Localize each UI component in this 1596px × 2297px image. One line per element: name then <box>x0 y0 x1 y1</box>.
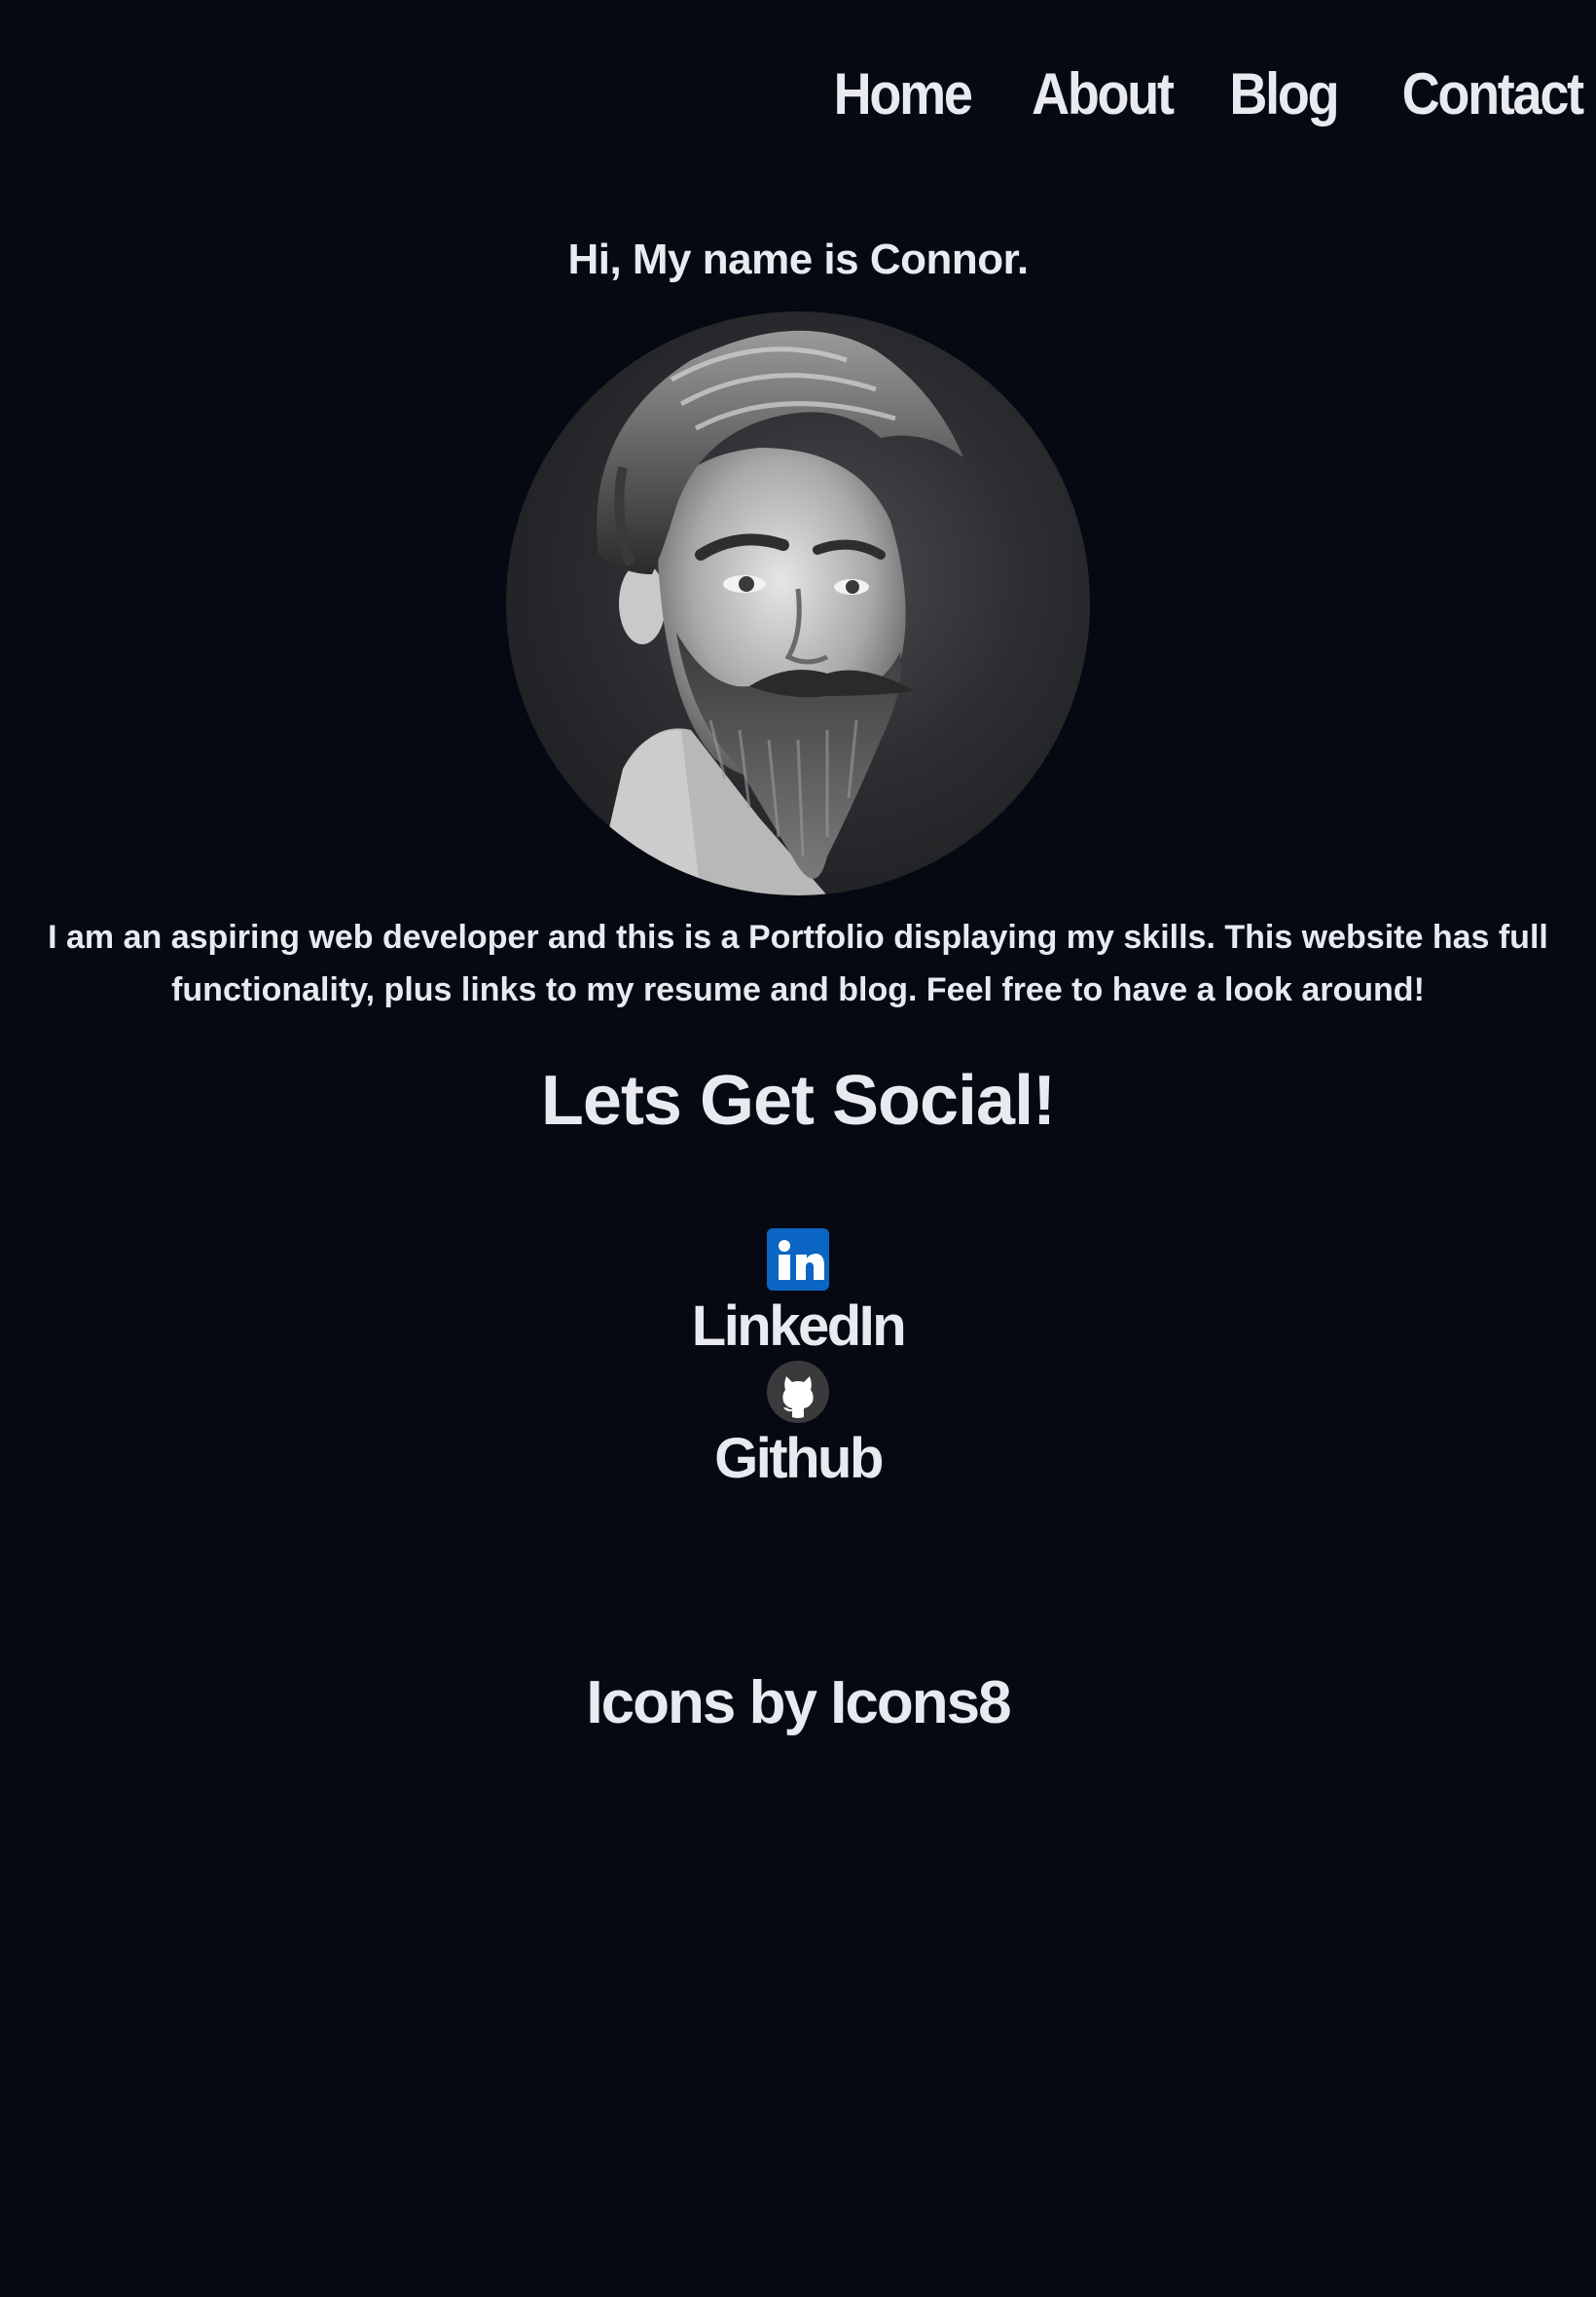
icons-credit: Icons by Icons8 <box>586 1669 1011 1736</box>
bearded-man-portrait-icon <box>594 330 963 895</box>
social-links: LinkedIn Github <box>0 1228 1596 1493</box>
nav-home-link[interactable]: Home <box>834 60 973 128</box>
main-nav: Home About Blog Contact <box>818 60 1585 128</box>
nav-blog-link[interactable]: Blog <box>1229 60 1339 128</box>
bio-text: I am an aspiring web developer and this … <box>48 919 1548 1008</box>
social-heading: Lets Get Social! <box>540 1062 1056 1140</box>
linkedin-label[interactable]: LinkedIn <box>692 1293 907 1361</box>
linkedin-link[interactable]: LinkedIn <box>692 1228 907 1361</box>
linkedin-icon[interactable] <box>767 1228 829 1291</box>
greeting-heading: Hi, My name is Connor. <box>567 236 1029 283</box>
github-icon[interactable] <box>767 1361 829 1423</box>
github-link[interactable]: Github <box>714 1361 884 1493</box>
avatar <box>506 311 1090 895</box>
nav-about-link[interactable]: About <box>1032 60 1175 128</box>
github-label[interactable]: Github <box>714 1425 884 1493</box>
nav-contact-link[interactable]: Contact <box>1402 60 1585 128</box>
